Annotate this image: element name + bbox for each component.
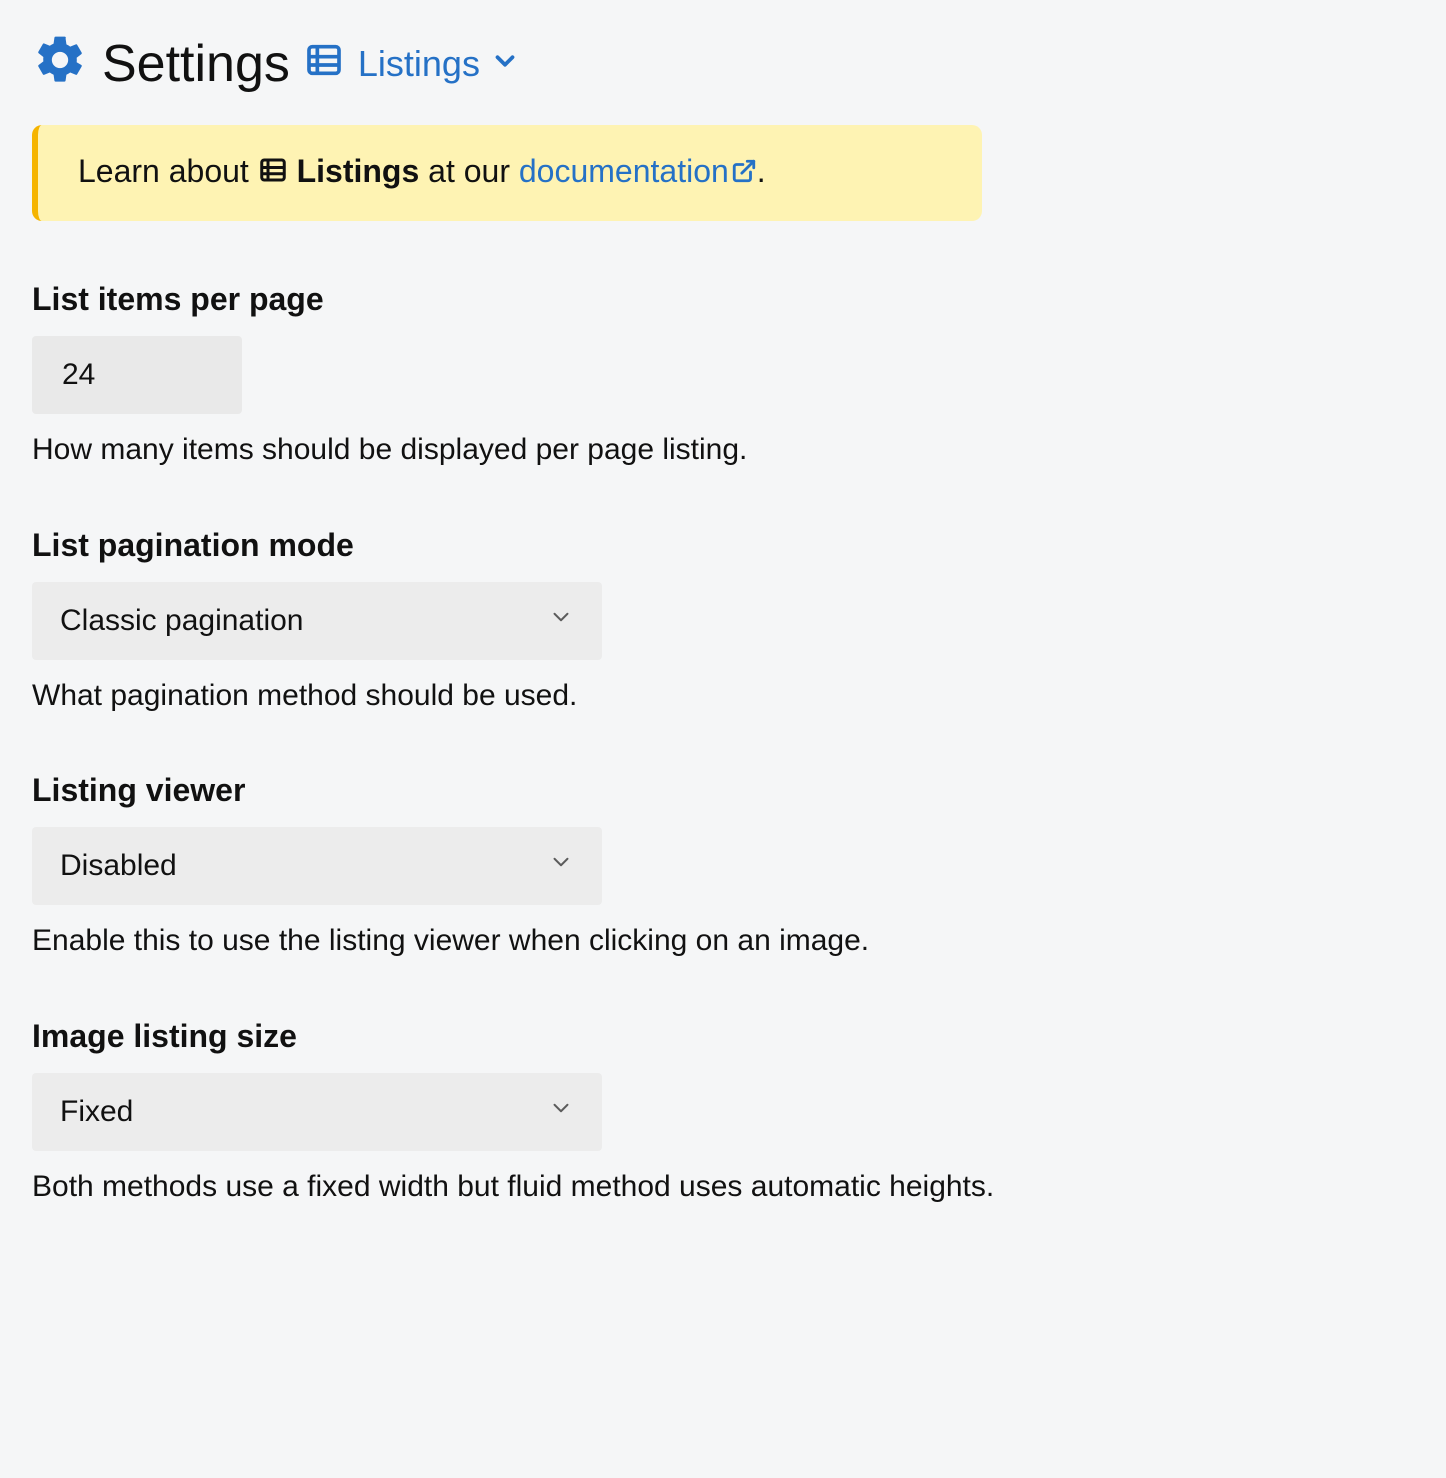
category-label: Listings: [358, 43, 480, 85]
field-label: List pagination mode: [32, 527, 1414, 564]
chevron-down-icon: [548, 1095, 574, 1129]
gear-icon: [32, 32, 88, 95]
field-image-listing-size: Image listing size Fixed Both methods us…: [32, 1018, 1414, 1208]
field-label: List items per page: [32, 281, 1414, 318]
field-listing-viewer: Listing viewer Disabled Enable this to u…: [32, 772, 1414, 962]
alert-prefix: Learn about: [78, 153, 258, 189]
chevron-down-icon: [548, 849, 574, 883]
field-help: How many items should be displayed per p…: [32, 430, 1414, 471]
image-listing-size-select[interactable]: Fixed: [32, 1073, 602, 1151]
alert-subject: Listings: [297, 153, 420, 189]
select-value: Fixed: [60, 1095, 133, 1129]
alert-mid: at our: [428, 153, 519, 189]
field-items-per-page: List items per page How many items shoul…: [32, 281, 1414, 471]
listing-viewer-select[interactable]: Disabled: [32, 827, 602, 905]
documentation-link-text: documentation: [519, 153, 729, 189]
field-help: Enable this to use the listing viewer wh…: [32, 921, 1414, 962]
field-pagination-mode: List pagination mode Classic pagination …: [32, 527, 1414, 717]
chevron-down-icon: [548, 604, 574, 638]
page-title: Settings: [102, 34, 290, 94]
external-link-icon: [731, 155, 757, 191]
field-help: Both methods use a fixed width but fluid…: [32, 1167, 1414, 1208]
select-value: Classic pagination: [60, 604, 303, 638]
field-help: What pagination method should be used.: [32, 676, 1414, 717]
chevron-down-icon: [490, 43, 520, 85]
list-icon: [304, 40, 344, 87]
category-dropdown[interactable]: Listings: [358, 43, 520, 85]
items-per-page-input[interactable]: [32, 336, 242, 414]
page-header: Settings Listings: [32, 32, 1414, 95]
field-label: Listing viewer: [32, 772, 1414, 809]
select-value: Disabled: [60, 849, 177, 883]
field-label: Image listing size: [32, 1018, 1414, 1055]
list-icon: [258, 156, 297, 192]
info-alert: Learn about Listings at our documentatio…: [32, 125, 982, 221]
alert-suffix: .: [757, 153, 766, 189]
documentation-link[interactable]: documentation: [519, 153, 757, 189]
pagination-mode-select[interactable]: Classic pagination: [32, 582, 602, 660]
